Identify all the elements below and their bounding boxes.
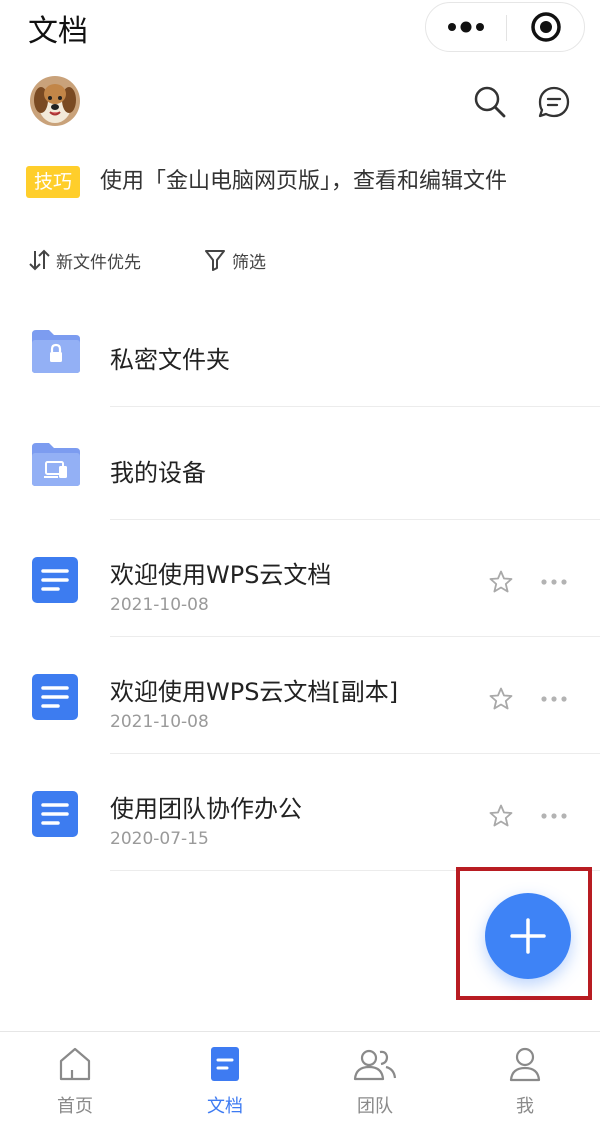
message-button[interactable]: [532, 80, 576, 124]
close-program-button[interactable]: [506, 3, 586, 51]
more-horizontal-icon: [541, 579, 567, 585]
favorite-button[interactable]: [486, 684, 516, 714]
tab-label: 文档: [207, 1096, 243, 1117]
sort-label: 新文件优先: [56, 252, 141, 273]
doc-file-icon: [32, 557, 78, 603]
file-date: 2020-07-15: [110, 829, 209, 849]
star-icon: [489, 570, 513, 593]
target-close-icon: [531, 12, 561, 42]
more-horizontal-icon: [541, 696, 567, 702]
row-divider: [110, 753, 600, 754]
favorite-button[interactable]: [486, 801, 516, 831]
list-item-private-folder[interactable]: 私密文件夹: [0, 300, 600, 408]
tip-text: 使用「金山电脑网页版」，查看和编辑文件: [100, 169, 508, 194]
tab-team[interactable]: 团队: [300, 1032, 450, 1130]
list-item-file-2[interactable]: 欢迎使用WPS云文档[副本] 2021-10-08: [0, 638, 600, 755]
more-horizontal-icon: [541, 813, 567, 819]
tab-documents[interactable]: 文档: [150, 1032, 300, 1130]
tab-me[interactable]: 我: [450, 1032, 600, 1130]
row-divider: [110, 406, 600, 407]
file-name: 使用团队协作办公: [110, 795, 302, 823]
file-name: 欢迎使用WPS云文档[副本]: [110, 678, 399, 706]
tab-home[interactable]: 首页: [0, 1032, 150, 1130]
filter-button[interactable]: 筛选: [204, 245, 266, 275]
sort-arrows-icon: [29, 249, 50, 271]
doc-file-icon: [32, 791, 78, 837]
star-icon: [489, 804, 513, 827]
new-file-button[interactable]: [485, 893, 571, 979]
list-item-file-1[interactable]: 欢迎使用WPS云文档 2021-10-08: [0, 521, 600, 638]
favorite-button[interactable]: [486, 567, 516, 597]
team-icon: [353, 1049, 397, 1081]
file-date: 2021-10-08: [110, 712, 209, 732]
tip-badge: 技巧: [26, 166, 80, 198]
document-icon: [211, 1047, 239, 1081]
more-options-button[interactable]: [426, 3, 506, 51]
list-item-device-folder[interactable]: 我的设备: [0, 413, 600, 521]
file-name: 欢迎使用WPS云文档: [110, 561, 332, 589]
star-icon: [489, 687, 513, 710]
doc-file-icon: [32, 674, 78, 720]
file-more-button[interactable]: [538, 801, 570, 831]
file-more-button[interactable]: [538, 684, 570, 714]
search-icon: [474, 86, 506, 118]
filter-label: 筛选: [232, 252, 266, 273]
list-item-name: 我的设备: [110, 459, 206, 487]
row-divider: [110, 519, 600, 520]
user-icon: [509, 1047, 541, 1082]
more-dots-icon: [448, 21, 484, 33]
list-item-file-3[interactable]: 使用团队协作办公 2020-07-15: [0, 755, 600, 872]
row-divider: [110, 636, 600, 637]
lock-folder-icon: [32, 330, 80, 373]
tab-label: 我: [516, 1096, 534, 1117]
top-bar: 文档: [0, 0, 600, 56]
tab-label: 团队: [357, 1096, 393, 1117]
plus-icon: [510, 918, 546, 954]
page-title: 文档: [28, 14, 88, 49]
dog-avatar-icon: [30, 76, 80, 126]
home-icon: [59, 1047, 91, 1081]
filter-funnel-icon: [205, 250, 225, 271]
bottom-tab-bar: 首页 文档 团队 我: [0, 1031, 600, 1130]
list-item-name: 私密文件夹: [110, 346, 230, 374]
avatar[interactable]: [30, 76, 80, 126]
message-icon: [538, 86, 570, 118]
file-more-button[interactable]: [538, 567, 570, 597]
file-date: 2021-10-08: [110, 595, 209, 615]
device-folder-icon: [32, 443, 80, 486]
sort-button[interactable]: 新文件优先: [28, 245, 141, 275]
search-button[interactable]: [468, 80, 512, 124]
tip-banner[interactable]: 技巧 使用「金山电脑网页版」，查看和编辑文件: [26, 162, 586, 202]
tab-label: 首页: [57, 1096, 93, 1117]
mini-program-capsule: [425, 2, 585, 52]
